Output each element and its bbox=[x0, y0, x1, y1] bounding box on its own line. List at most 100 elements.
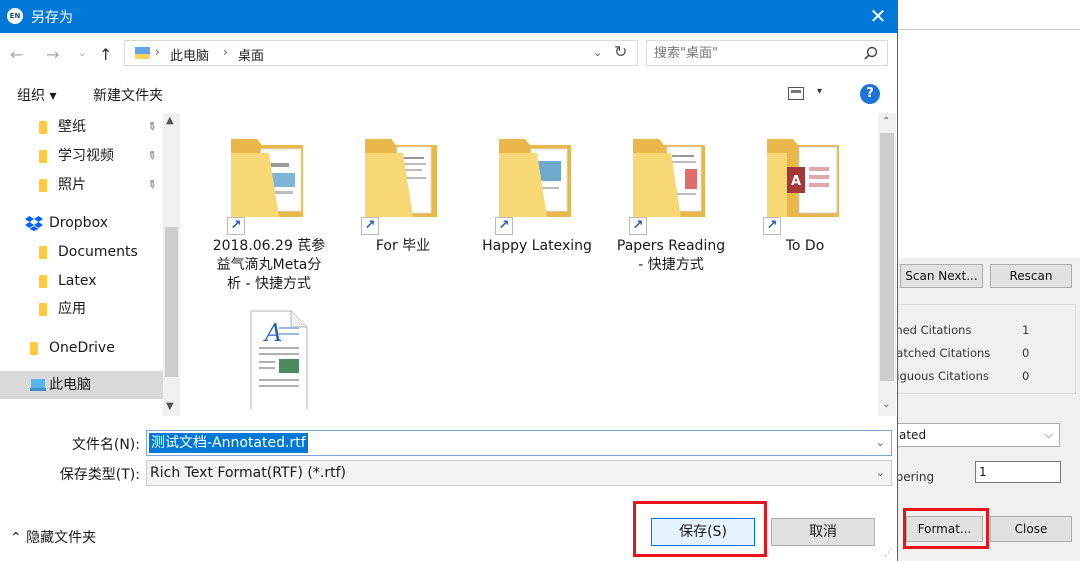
stat-count: 0 bbox=[1022, 346, 1030, 360]
sidebar-item-photos[interactable]: 照片 ✎ bbox=[0, 171, 163, 199]
refresh-icon[interactable]: ↻ bbox=[614, 42, 627, 61]
output-style-select[interactable]: ated ⌵ bbox=[888, 423, 1060, 447]
file-name-input[interactable]: 测试文档-Annotated.rtf bbox=[149, 433, 308, 453]
search-box[interactable] bbox=[646, 40, 888, 66]
file-name: To Do bbox=[785, 238, 825, 254]
sidebar-item-wallpaper[interactable]: 壁纸 ✎ bbox=[0, 113, 163, 141]
folder-shortcut-icon: ↗ bbox=[341, 133, 465, 237]
save-highlight-box bbox=[633, 501, 767, 557]
ambiguous-citations-row: biguous Citations 0 bbox=[889, 369, 1029, 383]
sidebar-item-label: 此电脑 bbox=[49, 377, 91, 393]
sidebar-item-study-videos[interactable]: 学习视频 ✎ bbox=[0, 142, 163, 170]
chevron-down-icon[interactable]: ⌄ bbox=[876, 466, 885, 479]
file-name-field[interactable]: 测试文档-Annotated.rtf ⌄ bbox=[146, 430, 892, 456]
app-icon: EN bbox=[7, 8, 23, 24]
svg-text:A: A bbox=[791, 174, 801, 189]
dialog-title: 另存为 bbox=[31, 10, 73, 26]
breadcrumb-desktop[interactable]: 桌面 bbox=[238, 45, 264, 64]
chevron-down-icon[interactable]: ⌄ bbox=[876, 436, 885, 449]
save-type-value: Rich Text Format(RTF) (*.rtf) bbox=[150, 465, 346, 481]
resize-grip-icon[interactable]: ⋰ bbox=[884, 548, 893, 558]
file-item[interactable]: ↗ Happy Latexing bbox=[475, 133, 599, 256]
sidebar-item-label: Dropbox bbox=[49, 215, 108, 231]
computer-icon bbox=[30, 379, 46, 391]
up-arrow-icon[interactable]: ↑ bbox=[99, 45, 112, 64]
file-item[interactable]: A bbox=[207, 305, 331, 412]
view-options-icon[interactable] bbox=[788, 87, 804, 100]
sidebar-item-label: Documents bbox=[58, 244, 138, 260]
title-bar[interactable]: EN 另存为 ✕ bbox=[0, 0, 898, 33]
pin-icon: ✎ bbox=[144, 147, 160, 164]
file-name: Happy Latexing bbox=[482, 238, 592, 254]
folder-icon bbox=[39, 275, 47, 288]
desktop-folder-icon bbox=[135, 47, 150, 59]
sidebar-item-label: 应用 bbox=[58, 301, 86, 317]
matched-citations-row: ched Citations 1 bbox=[889, 323, 1029, 337]
scroll-down-icon[interactable]: ▼ bbox=[166, 401, 174, 412]
breadcrumb-separator: › bbox=[223, 45, 228, 59]
sidebar-item-this-pc[interactable]: 此电脑 bbox=[0, 371, 163, 399]
file-item[interactable]: ↗ For 毕业 bbox=[341, 133, 465, 256]
file-scroll-thumb[interactable] bbox=[880, 133, 894, 381]
file-name: For 毕业 bbox=[375, 238, 431, 254]
sidebar-item-apps[interactable]: 应用 bbox=[0, 295, 163, 323]
nav-scrollbar[interactable]: ▲ ▼ bbox=[163, 113, 180, 416]
breadcrumb-this-pc[interactable]: 此电脑 bbox=[170, 45, 209, 64]
save-type-select[interactable]: Rich Text Format(RTF) (*.rtf) ⌄ bbox=[146, 460, 892, 486]
navigation-pane: 壁纸 ✎ 学习视频 ✎ 照片 ✎ Dropbox Documents Latex bbox=[0, 113, 180, 416]
unmatched-citations-row: natched Citations 0 bbox=[889, 346, 1029, 360]
rescan-button[interactable]: Rescan bbox=[990, 264, 1072, 288]
save-type-label: 保存类型(T): bbox=[59, 467, 140, 483]
back-arrow-icon[interactable]: ← bbox=[10, 45, 23, 64]
citation-stats-group: ched Citations 1 natched Citations 0 big… bbox=[888, 304, 1076, 394]
scroll-down-icon[interactable]: ⌄ bbox=[882, 399, 890, 410]
close-button[interactable]: Close bbox=[990, 516, 1072, 542]
folder-shortcut-icon: A ↗ bbox=[743, 133, 867, 237]
sidebar-item-documents[interactable]: Documents bbox=[0, 238, 163, 266]
chevron-down-icon[interactable]: ▾ bbox=[817, 86, 822, 97]
scan-next-button[interactable]: Scan Next... bbox=[900, 264, 983, 288]
folder-shortcut-icon: ↗ bbox=[609, 133, 733, 237]
file-item[interactable]: A ↗ To Do bbox=[743, 133, 867, 256]
file-name: Papers Reading - 快捷方式 bbox=[616, 238, 726, 273]
stat-label: natched Citations bbox=[889, 346, 991, 360]
nav-scroll-thumb[interactable] bbox=[165, 227, 178, 377]
file-item[interactable]: ↗ 2018.06.29 芪参益气滴丸Meta分析 - 快捷方式 bbox=[207, 133, 331, 294]
rtf-document-icon: A bbox=[207, 305, 331, 412]
close-icon[interactable]: ✕ bbox=[866, 4, 890, 28]
sidebar-item-onedrive[interactable]: OneDrive bbox=[0, 334, 163, 362]
scroll-up-icon[interactable]: ▲ bbox=[166, 115, 174, 126]
search-input[interactable] bbox=[648, 42, 848, 64]
breadcrumb-separator: › bbox=[155, 45, 160, 59]
breadcrumb[interactable]: › 此电脑 › 桌面 ⌄ ↻ bbox=[124, 40, 638, 66]
folder-shortcut-icon: ↗ bbox=[207, 133, 331, 237]
hide-folders-toggle[interactable]: ⌃ 隐藏文件夹 bbox=[10, 527, 96, 547]
pin-icon: ✎ bbox=[144, 118, 160, 135]
help-icon[interactable]: ? bbox=[860, 84, 880, 104]
new-folder-button[interactable]: 新建文件夹 bbox=[93, 85, 163, 105]
cancel-button[interactable]: 取消 bbox=[771, 518, 875, 546]
organize-menu[interactable]: 组织 ▾ bbox=[17, 85, 56, 105]
search-icon[interactable] bbox=[864, 46, 878, 60]
sidebar-item-latex[interactable]: Latex bbox=[0, 267, 163, 295]
background-window: Scan Next... Rescan ched Citations 1 nat… bbox=[888, 0, 1080, 561]
file-name: 2018.06.29 芪参益气滴丸Meta分析 - 快捷方式 bbox=[212, 238, 326, 292]
background-text-field[interactable] bbox=[898, 0, 1080, 30]
folder-icon bbox=[39, 303, 47, 316]
sidebar-item-label: 学习视频 bbox=[58, 148, 114, 164]
sidebar-item-dropbox[interactable]: Dropbox bbox=[0, 209, 163, 237]
file-scrollbar[interactable]: ⌃ ⌄ bbox=[878, 113, 896, 416]
numbering-input[interactable]: 1 bbox=[975, 461, 1061, 483]
folder-icon bbox=[39, 150, 47, 163]
file-list: ↗ 2018.06.29 芪参益气滴丸Meta分析 - 快捷方式 ↗ For 毕… bbox=[183, 113, 896, 416]
pin-icon: ✎ bbox=[144, 176, 160, 193]
output-style-value: ated bbox=[899, 428, 927, 442]
folder-shortcut-icon: ↗ bbox=[475, 133, 599, 237]
file-item[interactable]: ↗ Papers Reading - 快捷方式 bbox=[609, 133, 733, 275]
chevron-down-icon[interactable]: ⌄ bbox=[593, 46, 602, 59]
forward-arrow-icon[interactable]: → bbox=[46, 45, 59, 64]
recent-locations-icon[interactable]: ⌄ bbox=[78, 48, 86, 59]
dropbox-icon bbox=[25, 216, 43, 231]
scroll-up-icon[interactable]: ⌃ bbox=[882, 116, 890, 127]
file-name-label: 文件名(N): bbox=[71, 437, 140, 453]
